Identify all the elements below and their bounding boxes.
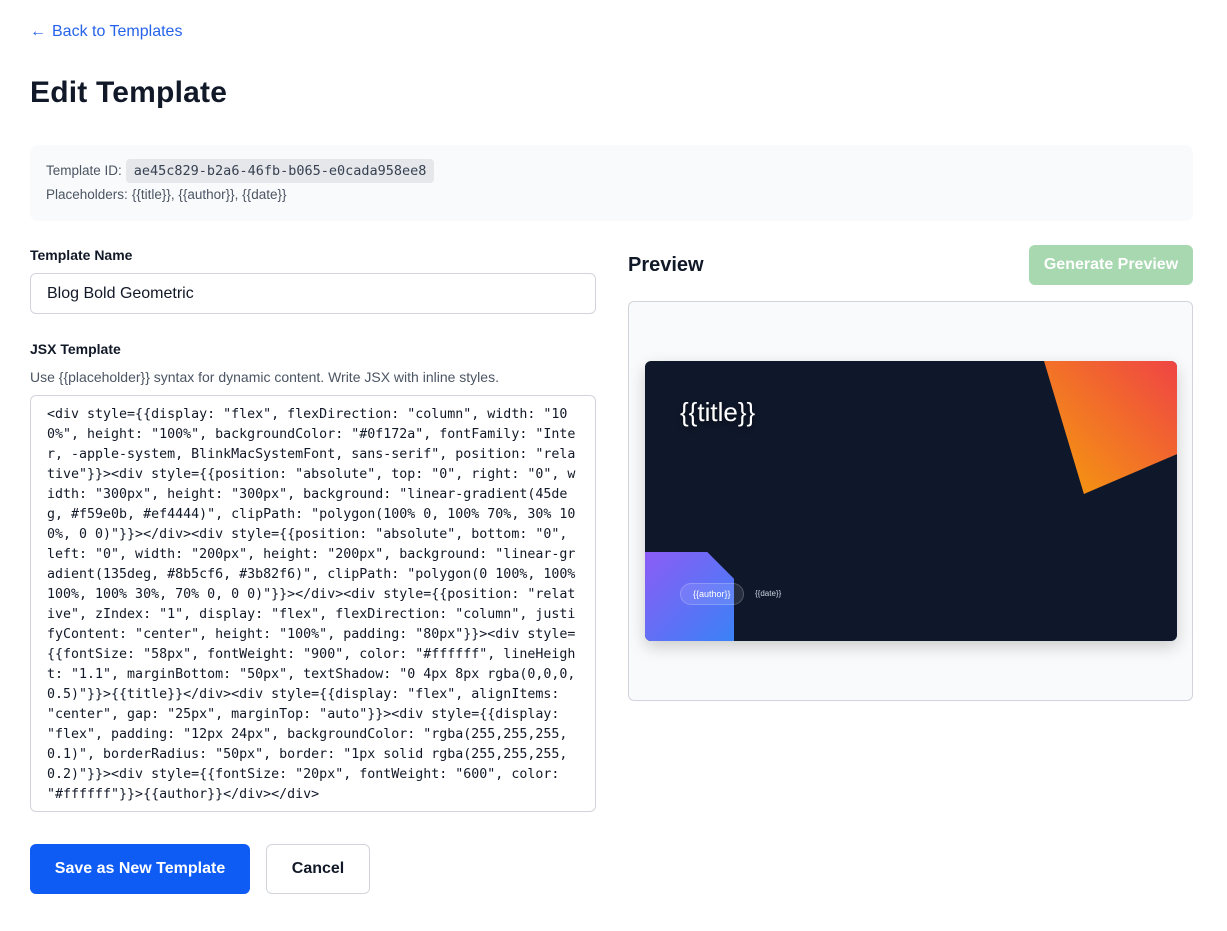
template-name-input[interactable] [30, 273, 596, 314]
arrow-left-icon: ← [30, 23, 46, 40]
preview-card: {{title}} {{author}} {{date}} [645, 361, 1177, 641]
template-id-row: Template ID: ae45c829-b2a6-46fb-b065-e0c… [46, 159, 1177, 183]
placeholders-value: {{title}}, {{author}}, {{date}} [131, 187, 287, 202]
preview-card-title: {{title}} [680, 397, 756, 427]
back-link-label: Back to Templates [52, 23, 183, 40]
preview-card-date: {{date}} [755, 589, 782, 598]
preview-title: Preview [628, 254, 704, 276]
jsx-help-text: Use {{placeholder}} syntax for dynamic c… [30, 369, 499, 385]
template-info-box: Template ID: ae45c829-b2a6-46fb-b065-e0c… [30, 145, 1193, 221]
back-to-templates-link[interactable]: ← Back to Templates [30, 22, 182, 42]
template-id-value: ae45c829-b2a6-46fb-b065-e0cada958ee8 [125, 159, 435, 183]
page-title: Edit Template [30, 76, 228, 109]
orange-polygon-shape [1044, 361, 1177, 494]
save-as-new-template-button[interactable]: Save as New Template [30, 844, 250, 894]
jsx-template-textarea[interactable]: <div style={{display: "flex", flexDirect… [30, 395, 596, 812]
template-name-label: Template Name [30, 247, 133, 263]
jsx-template-label: JSX Template [30, 341, 121, 357]
placeholders-label: Placeholders: [46, 187, 128, 202]
cancel-button[interactable]: Cancel [266, 844, 370, 894]
preview-card-author: {{author}} [680, 583, 744, 605]
preview-panel: {{title}} {{author}} {{date}} [628, 301, 1193, 701]
placeholders-row: Placeholders: {{title}}, {{author}}, {{d… [46, 183, 1177, 207]
template-id-label: Template ID: [46, 163, 122, 178]
generate-preview-button[interactable]: Generate Preview [1029, 245, 1193, 285]
